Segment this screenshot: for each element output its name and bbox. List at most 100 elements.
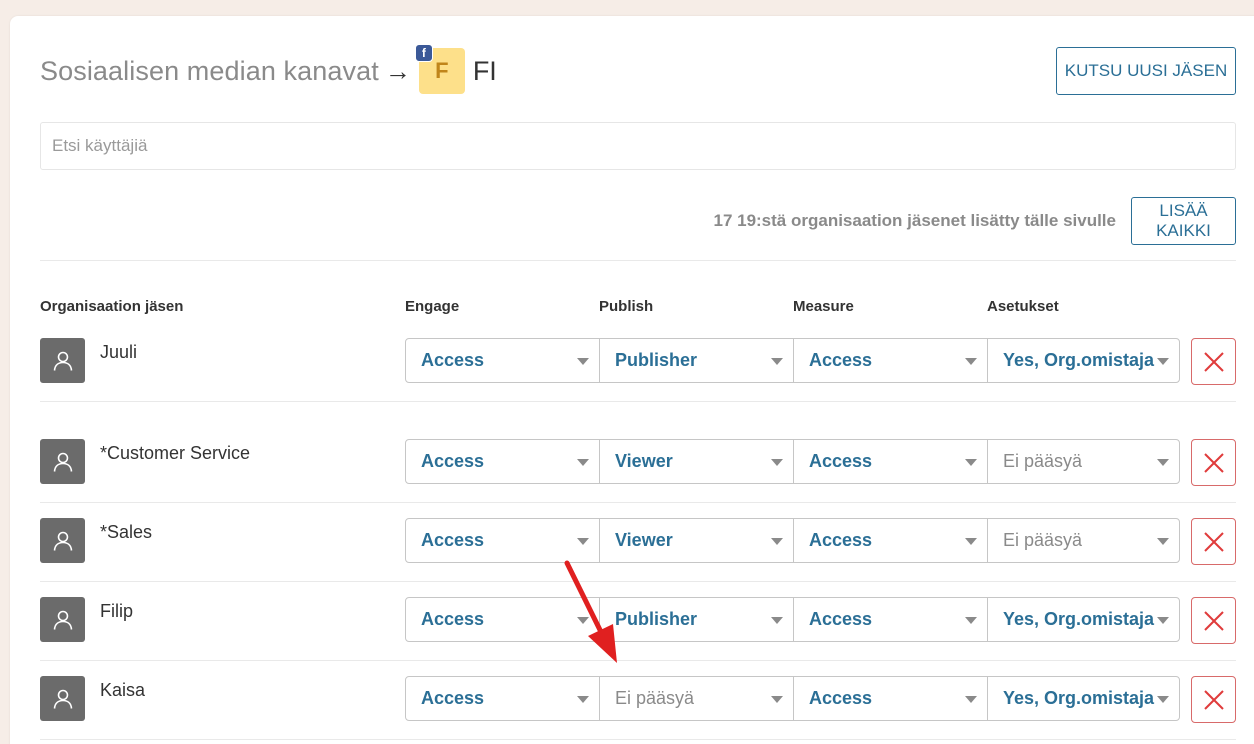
measure-select[interactable]: Access [793,518,988,563]
chevron-down-icon [965,358,977,365]
measure-value: Access [809,350,873,370]
remove-member-button[interactable] [1191,518,1236,565]
publish-select[interactable]: Publisher [599,338,794,383]
channel-avatar: f F [414,44,465,94]
member-name: *Sales [100,522,153,542]
engage-select[interactable]: Access [405,676,600,721]
chevron-down-icon [577,696,589,703]
member-name: *Customer Service [100,443,251,463]
publish-value: Publisher [615,350,698,370]
member-row: Kaisa Access Ei pääsyä Access Yes, Org.omist… [0,676,1254,723]
avatar [40,518,85,563]
chevron-down-icon [771,617,783,624]
user-icon [52,609,74,631]
publish-select[interactable]: Viewer [599,518,794,563]
measure-select[interactable]: Access [793,597,988,642]
measure-select[interactable]: Access [793,676,988,721]
settings-value: Ei pääsyä [1003,530,1083,550]
chevron-down-icon [771,358,783,365]
column-header-settings: Asetukset [987,298,1059,315]
settings-value: Yes, Org.omistaja [1003,688,1155,708]
chevron-down-icon [577,358,589,365]
chevron-down-icon [771,459,783,466]
row-divider [40,401,1236,402]
engage-value: Access [421,688,485,708]
settings-value: Ei pääsyä [1003,451,1083,471]
publish-value: Ei pääsyä [615,688,695,708]
publish-select[interactable]: Ei pääsyä [599,676,794,721]
engage-value: Access [421,451,485,471]
settings-select[interactable]: Yes, Org.omistaja [987,676,1180,721]
column-header-member: Organisaation jäsen [40,298,184,315]
measure-select[interactable]: Access [793,338,988,383]
measure-select[interactable]: Access [793,439,988,484]
publish-value: Publisher [615,609,698,629]
engage-select[interactable]: Access [405,439,600,484]
member-row: *Sales Access Viewer Access Ei pääsyä [0,518,1254,565]
member-row: *Customer Service Access Viewer Access Ei pä… [0,439,1254,486]
remove-member-button[interactable] [1191,676,1236,723]
settings-select[interactable]: Ei pääsyä [987,439,1180,484]
members-added-summary: 17 19:stä organisaation jäsenet lisätty … [713,211,1116,230]
column-header-publish: Publish [599,298,654,315]
avatar [40,597,85,642]
close-icon [1203,610,1225,632]
settings-select[interactable]: Ei pääsyä [987,518,1180,563]
chevron-down-icon [965,459,977,466]
divider [40,260,1236,261]
invite-member-button[interactable]: KUTSU UUSI JÄSEN [1056,47,1236,95]
publish-value: Viewer [615,451,673,471]
channel-name: FI [472,55,497,86]
user-icon [52,350,74,372]
settings-value: Yes, Org.omistaja [1003,609,1155,629]
avatar [40,439,85,484]
chevron-down-icon [577,617,589,624]
avatar [40,338,85,383]
settings-select[interactable]: Yes, Org.omistaja [987,338,1180,383]
settings-value: Yes, Org.omistaja [1003,350,1155,370]
chevron-down-icon [577,538,589,545]
chevron-down-icon [965,696,977,703]
engage-value: Access [421,350,485,370]
measure-value: Access [809,688,873,708]
page-title-text: Sosiaalisen median kanavat [40,55,379,86]
settings-select[interactable]: Yes, Org.omistaja [987,597,1180,642]
channel-initial: F [435,58,449,83]
publish-select[interactable]: Publisher [599,597,794,642]
member-name: Juuli [100,342,138,362]
breadcrumb-arrow: → [384,55,411,86]
page-title: Sosiaalisen median kanavat → f F FI [40,44,497,94]
engage-select[interactable]: Access [405,597,600,642]
chevron-down-icon [965,617,977,624]
row-divider [40,739,1236,740]
measure-value: Access [809,609,873,629]
publish-select[interactable]: Viewer [599,439,794,484]
remove-member-button[interactable] [1191,439,1236,486]
chevron-down-icon [1157,459,1169,466]
engage-select[interactable]: Access [405,518,600,563]
engage-value: Access [421,609,485,629]
chevron-down-icon [1157,538,1169,545]
measure-value: Access [809,530,873,550]
avatar [40,676,85,721]
search-users-input[interactable] [40,122,1236,170]
row-divider [40,581,1236,582]
row-divider [40,502,1236,503]
measure-value: Access [809,451,873,471]
member-name: Filip [100,601,134,621]
chevron-down-icon [1157,358,1169,365]
chevron-down-icon [771,538,783,545]
column-header-engage: Engage [405,298,460,315]
remove-member-button[interactable] [1191,597,1236,644]
close-icon [1203,452,1225,474]
member-row: Filip Access Publisher Access Yes, Org.omist… [0,597,1254,644]
engage-select[interactable]: Access [405,338,600,383]
user-icon [52,688,74,710]
chevron-down-icon [965,538,977,545]
chevron-down-icon [771,696,783,703]
user-icon [52,451,74,473]
add-all-button[interactable]: LISÄÄ KAIKKI [1131,197,1236,245]
engage-value: Access [421,530,485,550]
remove-member-button[interactable] [1191,338,1236,385]
facebook-icon: f [414,44,433,62]
